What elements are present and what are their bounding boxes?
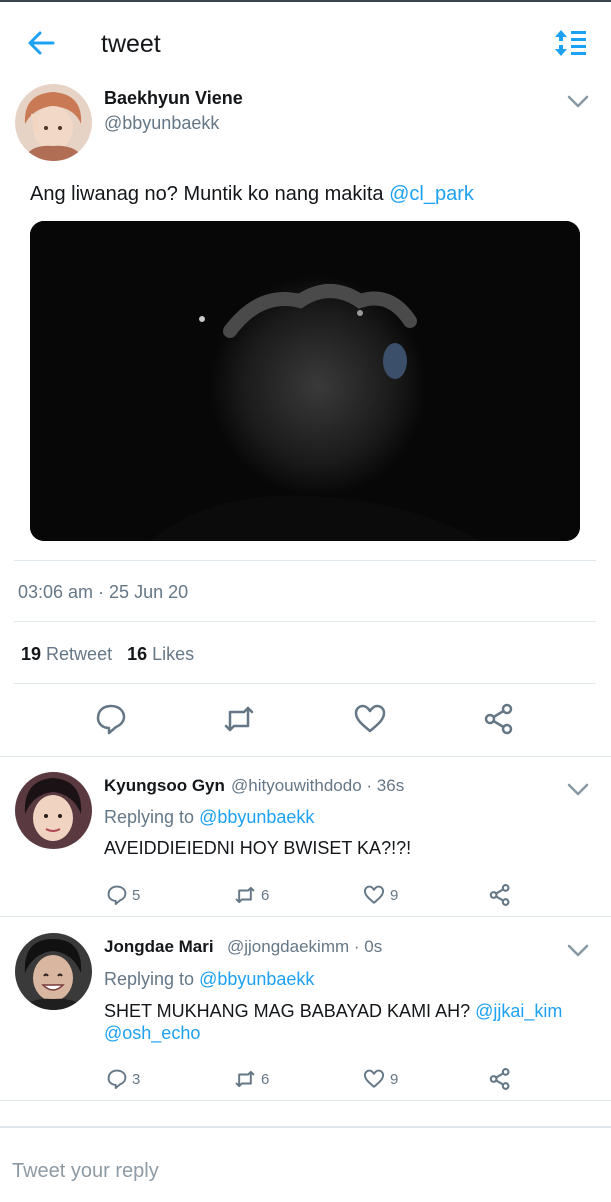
reply-share-button[interactable] — [488, 1067, 512, 1091]
reply-share-button[interactable] — [488, 883, 512, 907]
divider — [0, 1100, 611, 1101]
reply-author-name[interactable]: Jongdae Mari — [104, 937, 214, 957]
divider — [0, 916, 611, 917]
like-icon — [363, 885, 385, 904]
app-header: tweet — [0, 2, 611, 78]
replying-to-link[interactable]: @bbyunbaekk — [199, 807, 314, 827]
chevron-down-icon[interactable] — [567, 95, 589, 109]
like-count: 9 — [390, 886, 399, 904]
avatar-image — [15, 84, 92, 161]
replying-to-label: Replying to — [104, 807, 195, 827]
replying-to: Replying to @bbyunbaekk — [104, 807, 314, 828]
tweet-body: Ang liwanag no? Muntik ko nang makita — [30, 183, 384, 205]
reply-body: SHET MUKHANG MAG BABAYAD KAMI AH? — [104, 1001, 471, 1021]
chevron-down-icon[interactable] — [567, 944, 589, 958]
avatar-image — [15, 772, 92, 849]
author-handle[interactable]: @bbyunbaekk — [104, 113, 219, 134]
like-icon[interactable] — [353, 702, 387, 736]
page-title: tweet — [101, 30, 161, 58]
reply-retweet-button[interactable]: 6 — [233, 883, 269, 907]
share-icon — [489, 1068, 510, 1090]
divider — [0, 756, 611, 757]
chevron-down-icon[interactable] — [567, 783, 589, 797]
retweet-icon — [235, 886, 255, 904]
tweet-stats: 19 Retweet 16 Likes — [21, 644, 194, 665]
reply-mention-link[interactable]: @jjkai_kim — [475, 1001, 562, 1021]
tweet-text: Ang liwanag no? Muntik ko nang makita @c… — [30, 183, 474, 206]
reply-reply-button[interactable]: 3 — [106, 1067, 140, 1091]
tweet-photo[interactable] — [30, 221, 580, 541]
like-count: 9 — [390, 1070, 399, 1088]
photo-image — [30, 221, 580, 541]
reply-count: 5 — [132, 886, 141, 904]
retweet-count: 6 — [261, 886, 270, 904]
retweet-icon[interactable] — [222, 702, 256, 736]
reply-avatar[interactable] — [15, 933, 92, 1010]
reply-retweet-button[interactable]: 6 — [233, 1067, 269, 1091]
reply-author-meta[interactable]: @jjongdaekimm · 0s — [227, 937, 382, 957]
retweet-icon — [235, 1070, 255, 1088]
retweet-count[interactable]: 19 — [21, 644, 41, 664]
tweet-mention-link[interactable]: @cl_park — [389, 183, 474, 205]
replying-to-link[interactable]: @bbyunbaekk — [199, 969, 314, 989]
divider — [14, 683, 596, 684]
share-icon[interactable] — [482, 702, 516, 736]
likes-label[interactable]: Likes — [152, 644, 194, 664]
reply-input[interactable] — [12, 1160, 572, 1183]
reply-avatar[interactable] — [15, 772, 92, 849]
replying-to-label: Replying to — [104, 969, 195, 989]
reply-like-button[interactable]: 9 — [362, 883, 398, 907]
reply-mention-link[interactable]: @osh_echo — [104, 1023, 200, 1043]
retweet-count: 6 — [261, 1070, 270, 1088]
likes-count[interactable]: 16 — [127, 644, 147, 664]
divider — [14, 560, 596, 561]
share-icon — [489, 884, 510, 906]
reply-text: AVEIDDIEIEDNI HOY BWISET KA?!?! — [104, 838, 412, 858]
reply-author-name[interactable]: Kyungsoo Gyn — [104, 776, 225, 796]
reply-text: SHET MUKHANG MAG BABAYAD KAMI AH? @jjkai… — [104, 1000, 584, 1044]
back-arrow-icon[interactable] — [26, 28, 56, 58]
reply-reply-button[interactable]: 5 — [106, 883, 140, 907]
author-avatar[interactable] — [15, 84, 92, 161]
tweet-timestamp: 03:06 am · 25 Jun 20 — [18, 582, 189, 602]
reply-icon — [107, 1069, 127, 1090]
reply-count: 3 — [132, 1070, 141, 1088]
reply-icon[interactable] — [94, 702, 128, 736]
avatar-image — [15, 933, 92, 1010]
sort-icon[interactable] — [554, 28, 588, 58]
retweet-label[interactable]: Retweet — [46, 644, 112, 664]
divider — [14, 621, 596, 622]
reply-icon — [107, 885, 127, 906]
replying-to: Replying to @bbyunbaekk — [104, 969, 314, 990]
reply-like-button[interactable]: 9 — [362, 1067, 398, 1091]
reply-author-meta[interactable]: @hityouwithdodo · 36s — [231, 776, 404, 796]
author-name[interactable]: Baekhyun Viene — [104, 88, 243, 109]
like-icon — [363, 1069, 385, 1088]
